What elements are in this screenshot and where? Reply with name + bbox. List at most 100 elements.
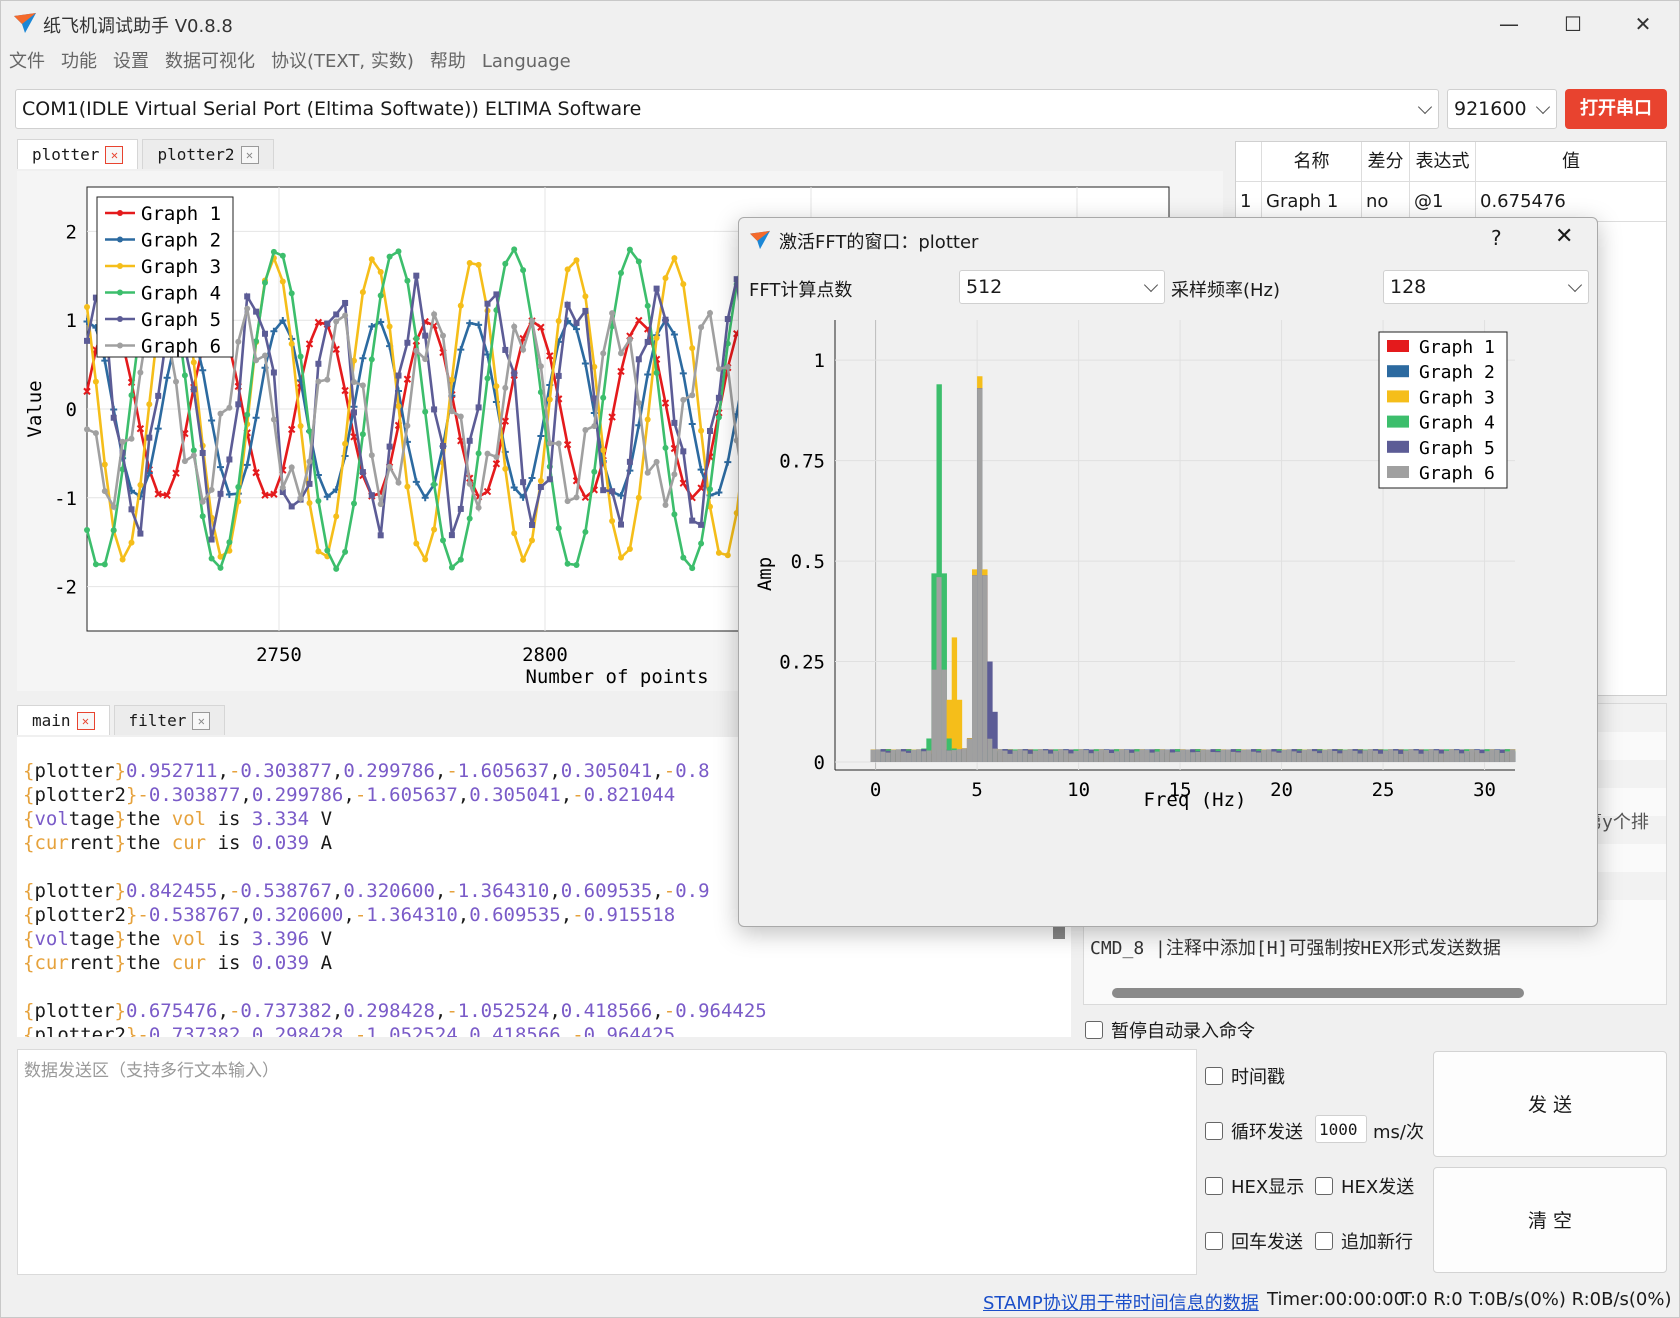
fft-bar [1185,749,1191,762]
data-point [386,443,393,450]
fft-bar [1261,749,1267,762]
fft-bar [1256,752,1262,762]
data-point [448,376,455,383]
menu-help[interactable]: 帮助 [422,47,474,77]
help-button[interactable]: ? [1491,226,1502,250]
menu-visualization[interactable]: 数据可视化 [157,47,263,77]
table-row[interactable]: 1 Graph 1 no @1 0.675476 [1236,182,1666,222]
fft-bar [1296,752,1303,762]
menu-file[interactable]: 文件 [1,47,53,77]
data-point [493,291,500,298]
data-point [181,458,188,465]
data-point [137,482,144,489]
data-point [262,279,268,286]
data-point [377,532,384,539]
baud-select[interactable]: 921600 [1447,89,1557,129]
legend-label: Graph 4 [1419,413,1495,434]
data-point [92,430,99,437]
data-point [351,409,357,416]
hex-display-checkbox[interactable]: HEX显示 [1205,1173,1304,1199]
fft-bar [1306,749,1313,762]
sample-rate-select[interactable]: 128 [1383,270,1589,304]
data-point [564,560,571,567]
fft-bar [1169,752,1176,762]
menu-protocol[interactable]: 协议(TEXT, 实数) [263,47,422,77]
fft-bar-chart[interactable]: 0 5 10 15 20 25 3010.750.50.250 Freq (Hz) Amp … [739,310,1599,870]
close-tab-icon[interactable]: ✕ [192,711,211,730]
open-port-button[interactable]: 打开串口 [1565,89,1667,129]
loop-send-checkbox[interactable]: 循环发送 [1205,1118,1303,1144]
interval-input[interactable]: 1000 [1315,1115,1367,1143]
send-button[interactable]: 发 送 [1433,1051,1667,1157]
data-point [529,317,535,324]
menu-settings[interactable]: 设置 [105,47,157,77]
data-point [529,537,535,544]
stamp-protocol-link[interactable]: STAMP协议用于带时间信息的数据 [983,1289,1259,1315]
maximize-button[interactable]: ☐ [1543,7,1603,41]
port-select[interactable]: COM1(IDLE Virtual Serial Port (Eltima So… [15,89,1439,129]
col-value: 值 [1476,142,1666,182]
data-point [609,488,616,495]
menu-language[interactable]: Language [474,47,579,77]
fft-bar [1180,749,1186,762]
y-axis-label: Value [24,380,46,437]
menu-function[interactable]: 功能 [53,47,105,77]
fft-bar [1164,749,1171,762]
fft-dialog-title: 激活FFT的窗口：plotter [779,232,979,253]
dialog-close-button[interactable]: ✕ [1555,224,1573,249]
fft-points-select[interactable]: 512 [959,270,1165,304]
data-point [653,369,660,376]
fft-bar [1205,749,1211,762]
fft-bar [1383,750,1389,762]
fft-bar [946,750,953,762]
append-newline-checkbox[interactable]: 追加新行 [1315,1228,1413,1254]
close-tab-icon[interactable]: ✕ [240,145,259,164]
fft-bar [1418,753,1424,762]
horizontal-scrollbar[interactable] [1112,988,1524,998]
data-point [475,504,482,511]
clear-button[interactable]: 清 空 [1433,1167,1667,1273]
fft-bar [1301,749,1308,762]
data-point [315,378,322,385]
data-point [689,517,696,524]
fft-bar [997,749,1003,762]
send-placeholder: 数据发送区（支持多行文本输入） [24,1061,279,1081]
data-point [555,372,562,379]
enter-send-checkbox[interactable]: 回车发送 [1205,1228,1303,1254]
tab-plotter2[interactable]: plotter2 ✕ [142,139,274,169]
data-point [715,394,722,401]
close-tab-icon[interactable]: ✕ [76,711,95,730]
y-tick-label: 1 [66,310,77,332]
tab-label: main [32,711,71,730]
data-point [413,347,420,354]
tab-filter[interactable]: filter ✕ [113,705,226,735]
data-point [600,350,607,357]
fft-bar [1271,751,1277,762]
scroll-handle[interactable] [1053,927,1065,939]
data-point [573,257,580,264]
legend-marker [117,236,123,243]
timestamp-checkbox[interactable]: 时间戳 [1205,1063,1285,1089]
data-point [128,539,135,546]
data-point [466,480,473,487]
command-item[interactable]: CMD_8 |注释中添加[H]可强制按HEX形式发送数据 [1090,934,1501,960]
legend-marker [117,263,123,269]
close-button[interactable]: ✕ [1613,7,1673,41]
minimize-button[interactable]: — [1479,7,1539,41]
pause-autorecord-checkbox[interactable]: 暂停自动录入命令 [1085,1017,1255,1043]
fft-bar [1215,752,1221,762]
data-point [279,252,286,259]
title-bar: 纸飞机调试助手 V0.8.8 — ☐ ✕ [1,1,1679,45]
hex-send-checkbox[interactable]: HEX发送 [1315,1173,1414,1199]
console-line: {current}the cur is 0.039 A [23,952,333,974]
data-point [582,307,589,314]
close-tab-icon[interactable]: ✕ [105,145,124,164]
tab-main[interactable]: main ✕ [17,705,110,735]
tab-plotter[interactable]: plotter ✕ [17,139,139,169]
data-point [119,556,126,563]
data-point [101,488,108,495]
send-area[interactable]: 数据发送区（支持多行文本输入） [17,1049,1197,1275]
data-point [270,248,277,255]
console-line: {plotter}0.675476,-0.737382,0.298428,-1.… [23,1000,767,1022]
data-point [582,528,589,535]
